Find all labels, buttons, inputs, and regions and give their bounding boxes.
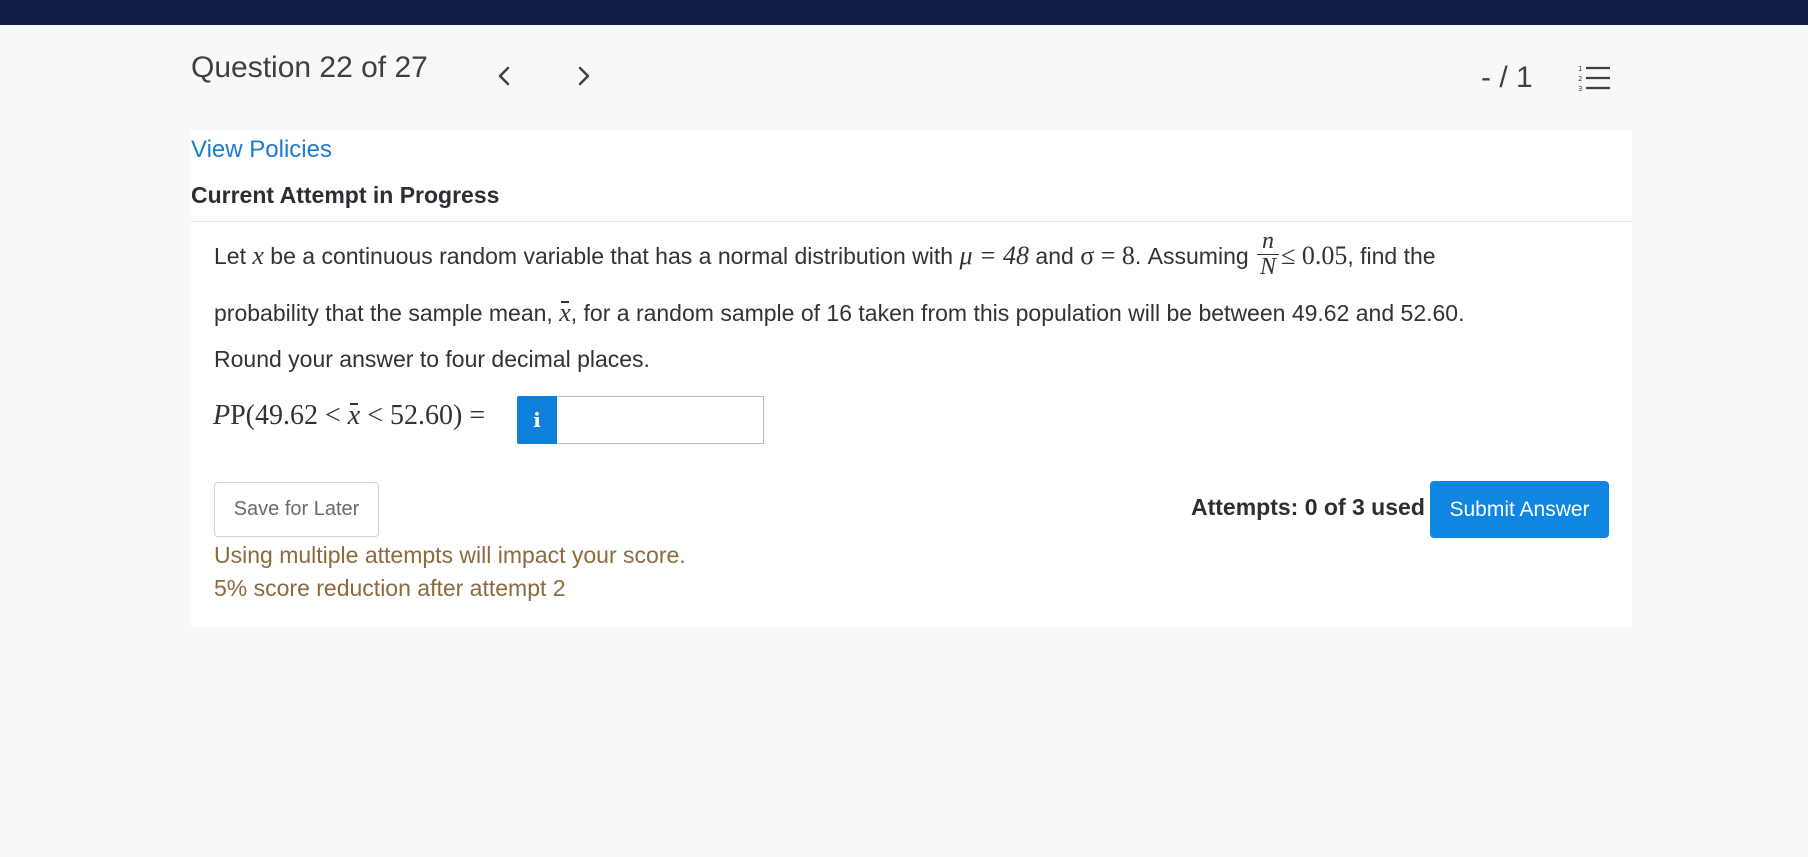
text-and: and bbox=[1029, 242, 1081, 269]
text-find: , find the bbox=[1347, 242, 1436, 269]
attempts-counter: Attempts: 0 of 3 used bbox=[1191, 494, 1425, 520]
question-title: Question 22 of 27 bbox=[191, 51, 428, 84]
text-normal: be a continuous random variable that has… bbox=[263, 242, 960, 269]
chevron-left-icon bbox=[498, 66, 510, 86]
next-question-button[interactable] bbox=[571, 64, 595, 88]
score-reduction-note: 5% score reduction after attempt 2 bbox=[214, 575, 566, 601]
chevron-right-icon bbox=[578, 66, 590, 86]
question-line-1: Let x be a continuous random variable th… bbox=[214, 228, 1436, 283]
top-banner bbox=[0, 0, 1808, 25]
probability-expression: PP(49.62 < x < 52.60) = bbox=[213, 400, 486, 431]
submit-answer-button[interactable]: Submit Answer bbox=[1430, 481, 1609, 538]
save-for-later-button[interactable]: Save for Later bbox=[214, 482, 379, 537]
divider bbox=[191, 221, 1632, 222]
text-let: Let bbox=[214, 242, 253, 269]
mu-equation: μ = 48 bbox=[959, 240, 1030, 270]
fraction-bound: ≤ 0.05 bbox=[1281, 240, 1348, 270]
answer-input[interactable] bbox=[557, 396, 764, 444]
prob-prefix: P(49.62 < bbox=[230, 400, 348, 431]
text-assuming: . Assuming bbox=[1134, 242, 1256, 269]
info-button[interactable]: i bbox=[517, 396, 557, 444]
question-score: - / 1 bbox=[1481, 61, 1533, 94]
fraction-denominator: N bbox=[1260, 254, 1277, 281]
svg-text:2: 2 bbox=[1578, 75, 1582, 83]
prob-suffix: < 52.60) = bbox=[360, 400, 486, 431]
attempt-heading: Current Attempt in Progress bbox=[191, 182, 500, 208]
fraction-numerator: n bbox=[1257, 228, 1280, 256]
text-prob-start: probability that the sample mean, bbox=[214, 300, 560, 326]
attempts-warning: Using multiple attempts will impact your… bbox=[214, 542, 686, 568]
previous-question-button[interactable] bbox=[493, 64, 517, 88]
view-policies-link[interactable]: View Policies bbox=[191, 136, 332, 165]
sample-mean-symbol: x bbox=[559, 298, 571, 327]
numbered-list-icon: 1 2 3 bbox=[1578, 65, 1610, 93]
sigma-equation: σ = 8 bbox=[1080, 240, 1135, 270]
question-instruction: Round your answer to four decimal places… bbox=[214, 346, 650, 372]
question-list-button[interactable]: 1 2 3 bbox=[1578, 63, 1612, 93]
prob-xbar: x bbox=[347, 400, 361, 431]
question-line-2: probability that the sample mean, x, for… bbox=[214, 300, 1464, 326]
svg-text:3: 3 bbox=[1578, 85, 1582, 93]
svg-text:1: 1 bbox=[1578, 65, 1582, 73]
sample-fraction: nN bbox=[1257, 228, 1280, 281]
var-x: x bbox=[252, 240, 264, 270]
info-icon: i bbox=[533, 408, 541, 432]
text-prob-end: , for a random sample of 16 taken from t… bbox=[570, 300, 1465, 326]
